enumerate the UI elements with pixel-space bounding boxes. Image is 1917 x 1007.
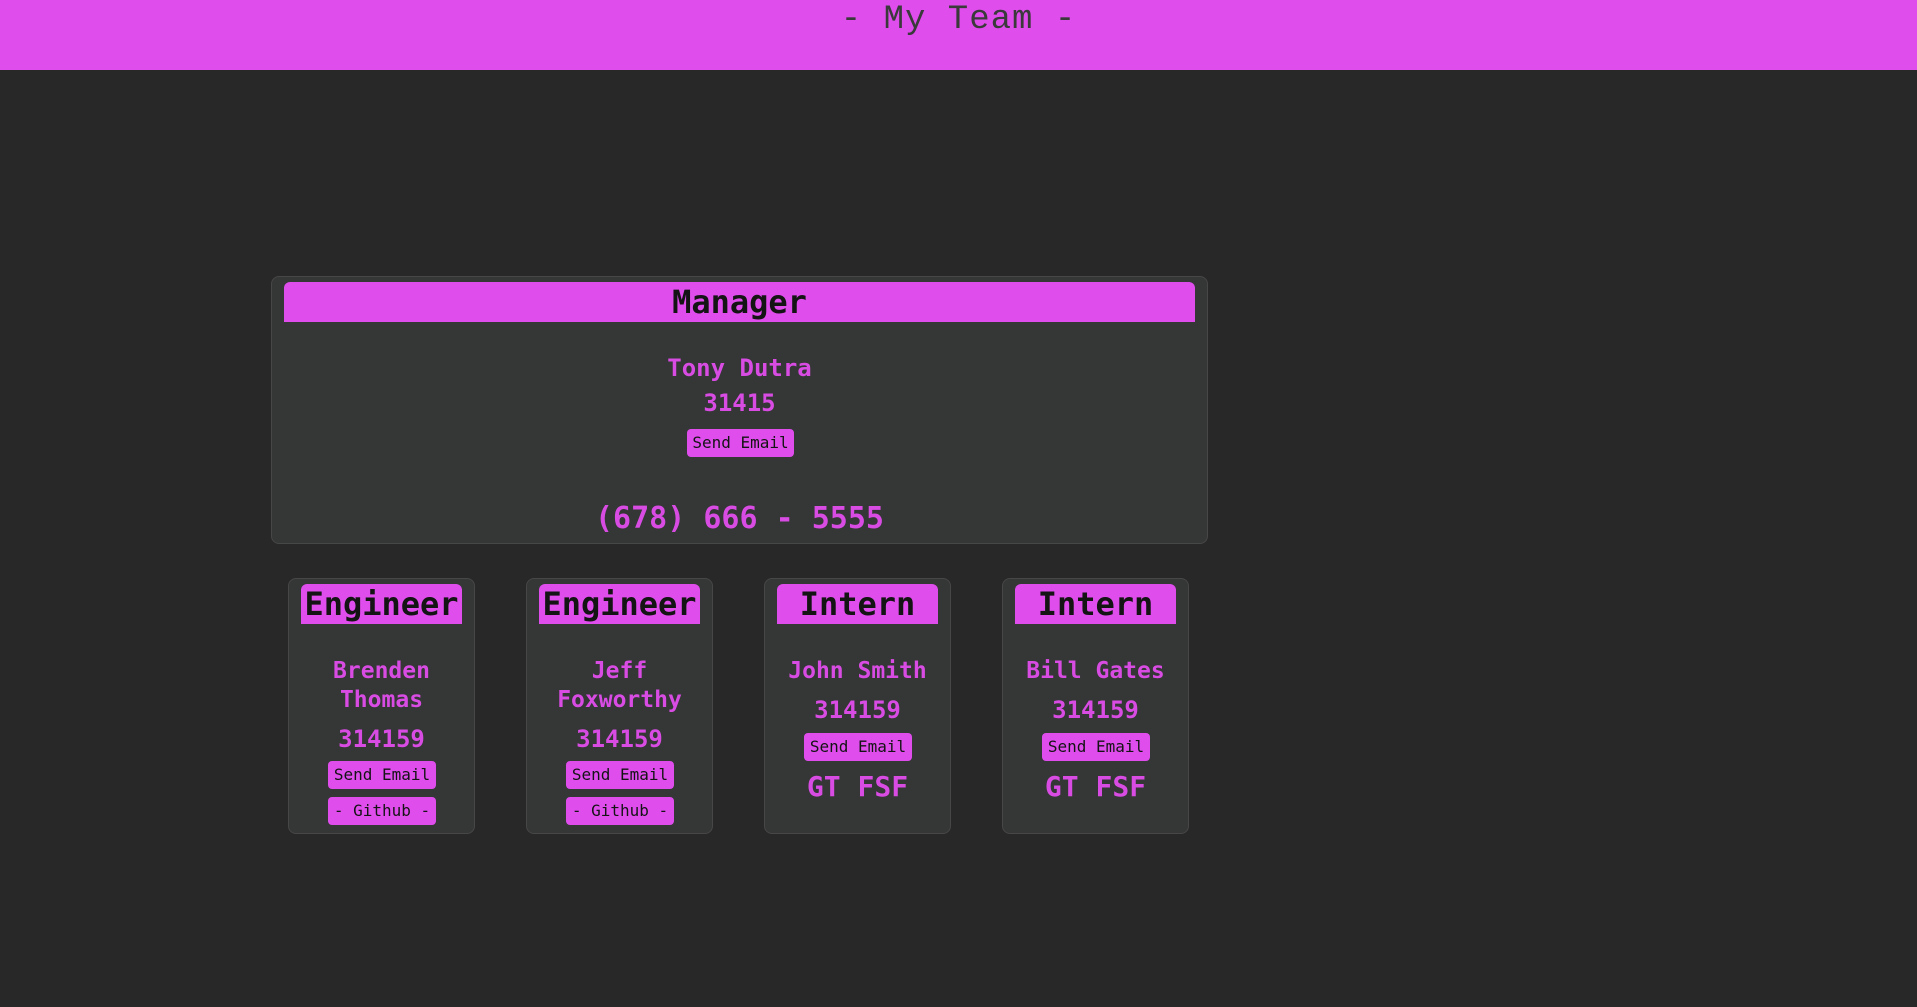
employee-id: 314159 [338, 725, 425, 753]
send-email-button[interactable]: Send Email [566, 761, 674, 789]
engineer-card: Engineer Brenden Thomas 314159 Send Emai… [288, 578, 475, 834]
employee-id: 314159 [1052, 696, 1139, 724]
manager-card: Manager Tony Dutra 31415 Send Email (678… [271, 276, 1208, 544]
page-title: - My Team - [840, 1, 1077, 39]
card-role-heading: Engineer [301, 584, 462, 624]
intern-card: Intern Bill Gates 314159 Send Email GT F… [1002, 578, 1189, 834]
github-button[interactable]: - Github - [566, 797, 674, 825]
employee-name: John Smith [788, 658, 927, 684]
card-role-heading: Intern [777, 584, 938, 624]
card-role-heading: Intern [1015, 584, 1176, 624]
send-email-button[interactable]: Send Email [328, 761, 436, 789]
card-role-heading: Manager [284, 282, 1195, 322]
page-header: - My Team - [0, 0, 1917, 70]
employee-id: 314159 [814, 696, 901, 724]
employee-name: Brenden Thomas [333, 658, 430, 713]
send-email-button[interactable]: Send Email [687, 429, 794, 457]
engineer-card: Engineer Jeff Foxworthy 314159 Send Emai… [526, 578, 713, 834]
send-email-button[interactable]: Send Email [1042, 733, 1150, 761]
employee-name: Bill Gates [1026, 658, 1165, 684]
send-email-button[interactable]: Send Email [804, 733, 912, 761]
employee-name: Jeff Foxworthy [557, 658, 682, 713]
office-number: (678) 666 - 5555 [595, 501, 884, 536]
employee-id: 314159 [576, 725, 663, 753]
employee-id: 31415 [703, 389, 776, 417]
school-name: GT FSF [806, 770, 909, 803]
card-role-heading: Engineer [539, 584, 700, 624]
intern-card: Intern John Smith 314159 Send Email GT F… [764, 578, 951, 834]
employee-name: Tony Dutra [667, 354, 812, 382]
school-name: GT FSF [1044, 770, 1147, 803]
github-button[interactable]: - Github - [328, 797, 436, 825]
